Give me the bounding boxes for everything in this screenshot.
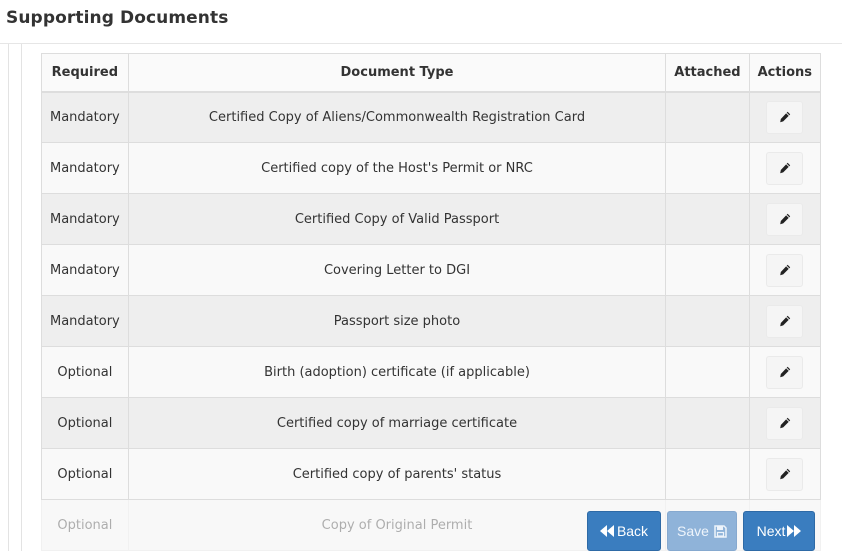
edit-document-button[interactable] xyxy=(766,151,804,185)
edit-document-button[interactable] xyxy=(766,253,804,287)
table-header-row: Required Document Type Attached Actions xyxy=(41,53,822,93)
table-row: Optional Birth (adoption) certificate (if… xyxy=(41,346,822,398)
column-header-document-type[interactable]: Document Type xyxy=(127,53,667,93)
next-button-label: Next xyxy=(756,523,786,539)
table-row: Mandatory Covering Letter to DGI xyxy=(41,244,822,296)
pencil-icon xyxy=(779,162,791,174)
floppy-disk-icon xyxy=(714,524,727,538)
actions-cell xyxy=(748,346,822,398)
edit-document-button[interactable] xyxy=(766,355,804,389)
pencil-icon xyxy=(779,366,791,378)
pencil-icon xyxy=(779,315,791,327)
edit-document-button[interactable] xyxy=(766,304,804,338)
table-row: Optional Certified copy of marriage certi… xyxy=(41,397,822,449)
pencil-icon xyxy=(779,264,791,276)
document-type-cell: Certified copy of the Host's Permit or N… xyxy=(127,142,667,194)
actions-cell xyxy=(748,193,822,245)
pencil-icon xyxy=(779,417,791,429)
required-cell: Optional xyxy=(41,448,129,500)
edit-document-button[interactable] xyxy=(766,202,804,236)
supporting-documents-table: Required Document Type Attached Actions … xyxy=(41,53,822,551)
document-type-cell: Birth (adoption) certificate (if applica… xyxy=(127,346,667,398)
column-header-attached[interactable]: Attached xyxy=(665,53,750,93)
document-type-cell: Certified Copy of Valid Passport xyxy=(127,193,667,245)
attached-cell xyxy=(665,91,750,143)
edit-document-button[interactable] xyxy=(766,100,804,134)
attached-cell xyxy=(665,295,750,347)
attached-cell xyxy=(665,346,750,398)
edit-document-button[interactable] xyxy=(766,457,804,491)
page-title: Supporting Documents xyxy=(6,8,229,28)
back-button-label: Back xyxy=(616,523,649,539)
actions-cell xyxy=(748,91,822,143)
actions-cell xyxy=(748,244,822,296)
actions-cell xyxy=(748,448,822,500)
document-type-cell: Certified copy of parents' status xyxy=(127,448,667,500)
document-type-cell: Covering Letter to DGI xyxy=(127,244,667,296)
column-header-actions: Actions xyxy=(748,53,822,93)
actions-cell xyxy=(748,295,822,347)
actions-cell xyxy=(748,142,822,194)
attached-cell xyxy=(665,397,750,449)
document-type-cell: Passport size photo xyxy=(127,295,667,347)
pencil-icon xyxy=(779,468,791,480)
attached-cell xyxy=(665,448,750,500)
required-cell: Mandatory xyxy=(41,91,129,143)
table-row: Mandatory Passport size photo xyxy=(41,295,822,347)
required-cell: Mandatory xyxy=(41,244,129,296)
table-row: Mandatory Certified Copy of Valid Passpor… xyxy=(41,193,822,245)
attached-cell xyxy=(665,142,750,194)
pencil-icon xyxy=(779,213,791,225)
double-right-icon xyxy=(787,525,802,537)
pencil-icon xyxy=(779,111,791,123)
back-button[interactable]: Back xyxy=(587,511,661,551)
actions-cell xyxy=(748,397,822,449)
save-button[interactable]: Save xyxy=(667,511,737,551)
page-header: Supporting Documents xyxy=(0,0,842,44)
required-cell: Optional xyxy=(41,499,129,551)
table-row: Mandatory Certified Copy of Aliens/Common… xyxy=(41,91,822,143)
document-type-cell: Certified copy of marriage certificate xyxy=(127,397,667,449)
required-cell: Optional xyxy=(41,397,129,449)
attached-cell xyxy=(665,244,750,296)
edit-document-button[interactable] xyxy=(766,406,804,440)
required-cell: Mandatory xyxy=(41,142,129,194)
required-cell: Mandatory xyxy=(41,295,129,347)
document-type-cell: Certified Copy of Aliens/Commonwealth Re… xyxy=(127,91,667,143)
required-cell: Optional xyxy=(41,346,129,398)
save-button-label: Save xyxy=(677,523,709,539)
attached-cell xyxy=(665,193,750,245)
next-button[interactable]: Next xyxy=(743,511,815,551)
table-row: Mandatory Certified copy of the Host's Pe… xyxy=(41,142,822,194)
double-left-icon xyxy=(599,525,614,537)
column-header-required[interactable]: Required xyxy=(41,53,129,93)
table-row: Optional Certified copy of parents' statu… xyxy=(41,448,822,500)
required-cell: Mandatory xyxy=(41,193,129,245)
document-type-cell: Copy of Original Permit xyxy=(127,499,667,551)
